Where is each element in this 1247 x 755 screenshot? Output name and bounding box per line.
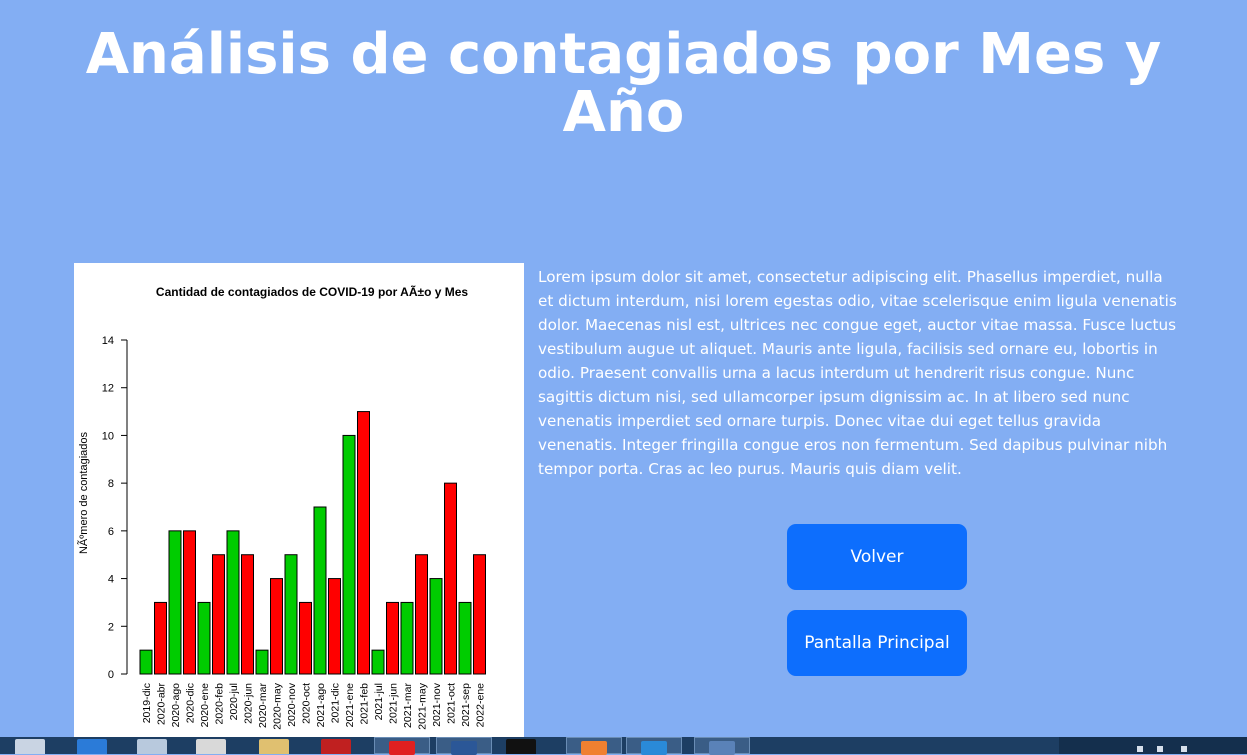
- y-tick-label: 12: [102, 383, 114, 395]
- bar-2021-jul: [371, 649, 385, 675]
- x-tick-label: 2021-sep: [460, 683, 472, 727]
- x-tick-label: 2020-nov: [286, 682, 298, 727]
- battery-icon[interactable]: [1181, 746, 1187, 752]
- x-tick-label: 2021-ago: [315, 683, 327, 728]
- bar-2020-jul: [226, 530, 240, 675]
- bar-2020-abr: [154, 601, 167, 675]
- main-screen-button[interactable]: Pantalla Principal: [787, 610, 967, 676]
- bar-2019-dic: [139, 649, 153, 675]
- x-tick-label: 2020-jun: [243, 683, 255, 724]
- x-tick-label: 2021-nov: [431, 682, 443, 727]
- chart-y-axis: 0 2 4 6 8 10 12 14: [102, 335, 128, 681]
- description-text: Lorem ipsum dolor sit amet, consectetur …: [538, 268, 1177, 478]
- bar-2020-ago: [168, 530, 182, 675]
- x-tick-label: 2021-may: [417, 682, 429, 729]
- y-tick-label: 8: [108, 478, 114, 490]
- terminal-icon[interactable]: [506, 739, 536, 754]
- word-icon[interactable]: [436, 737, 492, 755]
- y-tick-label: 0: [108, 669, 114, 681]
- back-button[interactable]: Volver: [787, 524, 967, 590]
- bar-2020-may: [270, 578, 283, 675]
- opera-icon[interactable]: [374, 737, 430, 755]
- chart-panel: Cantidad de contagiados de COVID-19 por …: [74, 263, 524, 743]
- bar-2021-feb: [357, 411, 370, 675]
- chart-title: Cantidad de contagiados de COVID-19 por …: [156, 284, 469, 299]
- bar-2021-oct: [444, 482, 457, 675]
- x-tick-label: 2020-feb: [214, 683, 226, 725]
- x-tick-label: 2020-may: [272, 682, 284, 729]
- chart-y-axis-label: NÃºmero de contagiados: [77, 431, 90, 554]
- bar-2021-dic: [328, 578, 341, 675]
- computer-icon[interactable]: [137, 739, 167, 754]
- chart-x-tick-labels: 2019-dic 2020-abr 2020-ago 2020-dic 2020-ene…: [141, 682, 487, 729]
- vscode-icon[interactable]: [626, 737, 682, 755]
- bar-2020-jun: [241, 554, 254, 675]
- bar-2021-mar: [400, 601, 414, 675]
- x-tick-label: 2021-jun: [388, 683, 400, 724]
- x-tick-label: 2021-ene: [344, 683, 356, 728]
- x-tick-label: 2020-mar: [257, 683, 269, 728]
- bar-2020-ene: [197, 601, 211, 675]
- mail-icon[interactable]: [77, 739, 107, 754]
- x-tick-label: 2020-abr: [156, 682, 168, 725]
- bar-2021-ene: [342, 434, 356, 675]
- bar-chart: Cantidad de contagiados de COVID-19 por …: [77, 284, 487, 730]
- r-icon[interactable]: [694, 737, 750, 755]
- x-tick-label: 2021-oct: [446, 683, 458, 724]
- x-tick-label: 2020-ene: [199, 683, 211, 728]
- y-tick-label: 4: [108, 574, 114, 586]
- bar-2021-nov: [429, 578, 443, 675]
- x-tick-label: 2020-ago: [170, 683, 182, 728]
- bar-2021-sep: [458, 601, 472, 675]
- system-tray[interactable]: [1059, 737, 1247, 754]
- y-tick-label: 6: [108, 526, 114, 538]
- x-tick-label: 2021-feb: [359, 683, 371, 725]
- x-tick-label: 2021-jul: [373, 683, 385, 720]
- folder-icon[interactable]: [259, 739, 289, 754]
- bar-2020-oct: [299, 601, 312, 675]
- chart-bars: [139, 411, 486, 675]
- y-tick-label: 10: [102, 430, 114, 442]
- x-tick-label: 2020-dic: [185, 683, 197, 723]
- page-title: Análisis de contagiados por Mes y Año: [85, 22, 1162, 145]
- x-tick-label: 2020-jul: [228, 683, 240, 720]
- x-tick-label: 2022-ene: [475, 683, 487, 728]
- xampp-icon[interactable]: [566, 737, 622, 755]
- taskbar: [0, 737, 1247, 755]
- bar-2020-mar: [255, 649, 269, 675]
- bar-2022-ene: [473, 554, 486, 675]
- y-tick-label: 2: [108, 621, 114, 633]
- bar-2020-feb: [212, 554, 225, 675]
- media-icon[interactable]: [196, 739, 226, 754]
- x-tick-label: 2021-mar: [402, 683, 414, 728]
- x-tick-label: 2020-oct: [301, 683, 313, 724]
- x-tick-label: 2021-dic: [330, 683, 342, 723]
- bar-2021-may: [415, 554, 428, 675]
- bar-2021-jun: [386, 601, 399, 675]
- network-icon[interactable]: [1137, 746, 1143, 752]
- x-tick-label: 2019-dic: [141, 683, 153, 723]
- bar-2021-ago: [313, 506, 327, 675]
- volume-icon[interactable]: [1157, 746, 1163, 752]
- y-tick-label: 14: [102, 335, 114, 347]
- bar-2020-nov: [284, 554, 298, 675]
- app-icon[interactable]: [15, 739, 45, 754]
- opera-icon[interactable]: [321, 739, 351, 754]
- bar-2020-dic: [183, 530, 196, 675]
